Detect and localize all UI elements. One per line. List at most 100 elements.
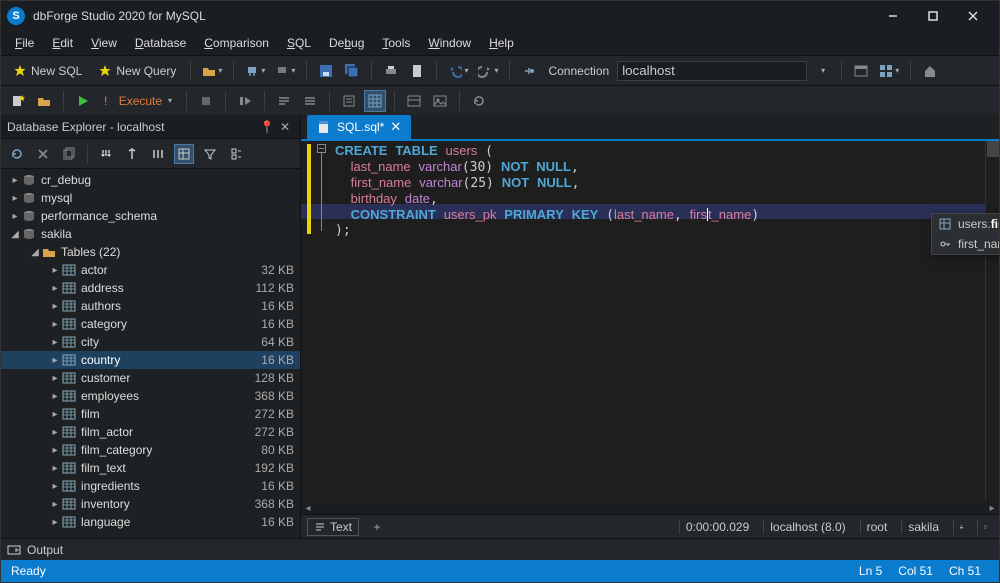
layout-button[interactable]: ▾	[876, 60, 902, 82]
tree-item[interactable]: ▸ performance_schema	[1, 207, 300, 225]
explorer-tree[interactable]: ▸ cr_debug ▸ mysql ▸ performance_schema …	[1, 169, 300, 538]
refresh-icon	[472, 94, 486, 108]
tree-item[interactable]: ▸ actor 32 KB	[1, 261, 300, 279]
image-icon	[433, 94, 447, 108]
stop-button[interactable]	[195, 90, 217, 112]
execute-button[interactable]: ! Execute▾	[98, 90, 178, 112]
step-button[interactable]	[234, 90, 256, 112]
vertical-scrollbar[interactable]	[985, 141, 999, 502]
new-sql-button[interactable]: New SQL	[7, 60, 88, 82]
delete-button[interactable]	[33, 144, 53, 164]
connection-input[interactable]	[617, 61, 807, 81]
grid-result-button[interactable]	[364, 90, 386, 112]
code-editor[interactable]: CREATE TABLE users ( last_name varchar(3…	[301, 141, 999, 514]
folder-open-icon	[202, 64, 216, 78]
tree-item[interactable]: ▸ mysql	[1, 189, 300, 207]
connection-icon[interactable]	[518, 60, 540, 82]
save-button[interactable]	[315, 60, 337, 82]
host-info: localhost (8.0)	[763, 520, 851, 534]
save-all-button[interactable]	[341, 60, 363, 82]
menu-database[interactable]: Database	[127, 34, 194, 52]
menu-edit[interactable]: Edit	[44, 34, 81, 52]
conn-drop-button[interactable]: ▾	[272, 60, 298, 82]
print-button[interactable]	[380, 60, 402, 82]
tree-item[interactable]: ▸ language 16 KB	[1, 513, 300, 531]
text-mode-button[interactable]: Text	[307, 518, 359, 536]
filter2-button[interactable]	[122, 144, 142, 164]
open-button[interactable]: ▾	[199, 60, 225, 82]
menu-comparison[interactable]: Comparison	[196, 34, 277, 52]
user-info: root	[860, 520, 894, 534]
filter1-button[interactable]	[96, 144, 116, 164]
tree-item[interactable]: ▸ film_text 192 KB	[1, 459, 300, 477]
tree-item[interactable]: ▸ film_actor 272 KB	[1, 423, 300, 441]
details-toggle-button[interactable]	[174, 144, 194, 164]
menu-debug[interactable]: Debug	[321, 34, 372, 52]
designer-button[interactable]	[403, 90, 425, 112]
menu-window[interactable]: Window	[420, 34, 479, 52]
maximize-button[interactable]	[913, 1, 953, 31]
print-preview-button[interactable]	[406, 60, 428, 82]
tree-item[interactable]: ▸ authors 16 KB	[1, 297, 300, 315]
uncomment-button[interactable]	[299, 90, 321, 112]
open-script-button[interactable]	[33, 90, 55, 112]
tree-item[interactable]: ▸ city 64 KB	[1, 333, 300, 351]
doc-outline-button[interactable]	[338, 90, 360, 112]
horizontal-scrollbar[interactable]: ◂▸	[301, 502, 999, 514]
tree-item[interactable]: ▸ category 16 KB	[1, 315, 300, 333]
tab-sql[interactable]: SQL.sql* ✕	[307, 115, 411, 139]
status-ready: Ready	[11, 564, 851, 578]
app-logo-icon: S	[7, 7, 25, 25]
new-window-button[interactable]	[850, 60, 872, 82]
tree-item[interactable]: ▸ film 272 KB	[1, 405, 300, 423]
script-star-icon	[11, 94, 25, 108]
start-page-button[interactable]	[919, 60, 941, 82]
tree-item[interactable]: ▸ customer 128 KB	[1, 369, 300, 387]
new-button[interactable]	[59, 144, 79, 164]
new-query-button[interactable]: New Query	[92, 60, 182, 82]
menu-help[interactable]: Help	[481, 34, 522, 52]
new-script-button[interactable]	[7, 90, 29, 112]
props-button[interactable]	[226, 144, 246, 164]
run-button[interactable]	[72, 90, 94, 112]
redo-button[interactable]: ▾	[475, 60, 501, 82]
filter-button[interactable]	[200, 144, 220, 164]
grid-icon	[879, 64, 893, 78]
main-toolbar: New SQL New Query ▾ ▾ ▾ ▾ ▾ Connection ▾…	[1, 55, 999, 85]
tree-item[interactable]: ◢ sakila	[1, 225, 300, 243]
close-button[interactable]	[953, 1, 993, 31]
tree-item[interactable]: ▸ country 16 KB	[1, 351, 300, 369]
footer-expand-icon[interactable]	[977, 519, 993, 535]
menu-view[interactable]: View	[83, 34, 125, 52]
output-panel-tab[interactable]: Output	[1, 538, 999, 560]
filter3-button[interactable]	[148, 144, 168, 164]
add-view-button[interactable]: +	[367, 520, 387, 534]
cc-item[interactable]: first_name varchar(25) NOT NULL	[932, 234, 999, 254]
tree-item[interactable]: ▸ employees 368 KB	[1, 387, 300, 405]
lines2-icon	[303, 94, 317, 108]
panel-close-icon[interactable]: ✕	[276, 120, 294, 134]
menu-sql[interactable]: SQL	[279, 34, 319, 52]
connection-drop-caret[interactable]: ▾	[811, 60, 833, 82]
pin-icon[interactable]: 📍	[258, 120, 276, 134]
undo-button[interactable]: ▾	[445, 60, 471, 82]
code-completion-popup[interactable]: users.first_name (Column) first_name var…	[931, 213, 999, 255]
minimize-button[interactable]	[873, 1, 913, 31]
menu-file[interactable]: File	[7, 34, 42, 52]
conn-add-button[interactable]: ▾	[242, 60, 268, 82]
image-button[interactable]	[429, 90, 451, 112]
tab-close-icon[interactable]: ✕	[390, 119, 401, 135]
tree-item[interactable]: ◢ Tables (22)	[1, 243, 300, 261]
title-bar: S dbForge Studio 2020 for MySQL	[1, 1, 999, 31]
code-text[interactable]: CREATE TABLE users ( last_name varchar(3…	[301, 141, 999, 498]
tree-item[interactable]: ▸ ingredients 16 KB	[1, 477, 300, 495]
tree-item[interactable]: ▸ cr_debug	[1, 171, 300, 189]
tree-item[interactable]: ▸ film_category 80 KB	[1, 441, 300, 459]
tree-item[interactable]: ▸ inventory 368 KB	[1, 495, 300, 513]
menu-tools[interactable]: Tools	[374, 34, 418, 52]
tree-item[interactable]: ▸ address 112 KB	[1, 279, 300, 297]
refresh-explorer-button[interactable]	[7, 144, 27, 164]
footer-panel-icon[interactable]	[953, 519, 969, 535]
comment-button[interactable]	[273, 90, 295, 112]
refresh-button[interactable]	[468, 90, 490, 112]
